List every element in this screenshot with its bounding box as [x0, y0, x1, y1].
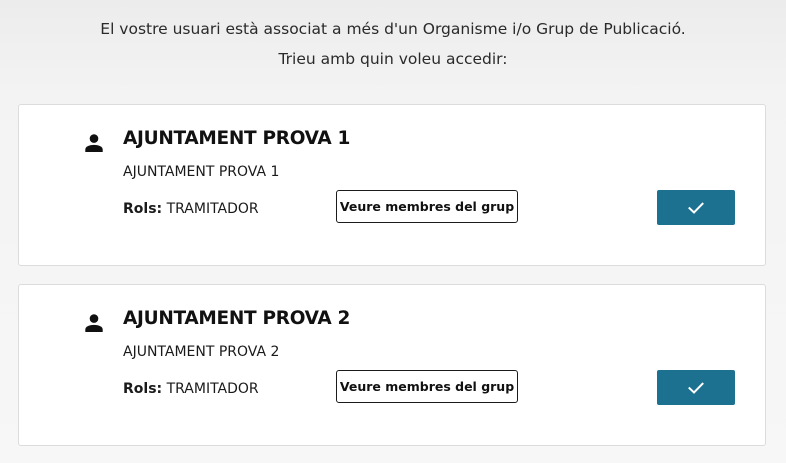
roles-label: Rols: — [123, 381, 163, 397]
intro-line-1: El vostre usuari està associat a més d'u… — [100, 20, 686, 38]
intro-line-2: Trieu amb quin voleu accedir: — [278, 50, 508, 68]
roles-value: TRAMITADOR — [166, 201, 259, 217]
view-group-members-button[interactable]: Veure membres del grup — [336, 190, 518, 223]
organization-subtitle: AJUNTAMENT PROVA 1 — [123, 164, 280, 180]
organization-roles: Rols: TRAMITADOR — [123, 201, 259, 217]
intro-message: El vostre usuari està associat a més d'u… — [0, 14, 786, 74]
view-group-members-button[interactable]: Veure membres del grup — [336, 370, 518, 403]
organization-subtitle: AJUNTAMENT PROVA 2 — [123, 344, 280, 360]
organization-title: AJUNTAMENT PROVA 1 — [123, 128, 351, 149]
organization-title: AJUNTAMENT PROVA 2 — [123, 308, 351, 329]
select-organization-button[interactable] — [657, 190, 735, 225]
organization-card-1: AJUNTAMENT PROVA 1 AJUNTAMENT PROVA 1 Ro… — [18, 104, 766, 266]
check-icon — [688, 201, 704, 214]
organization-roles: Rols: TRAMITADOR — [123, 381, 259, 397]
roles-value: TRAMITADOR — [166, 381, 259, 397]
check-icon — [688, 381, 704, 394]
organization-card-2: AJUNTAMENT PROVA 2 AJUNTAMENT PROVA 2 Ro… — [18, 284, 766, 446]
user-icon — [85, 134, 103, 152]
roles-label: Rols: — [123, 201, 163, 217]
user-icon — [85, 314, 103, 332]
select-organization-button[interactable] — [657, 370, 735, 405]
